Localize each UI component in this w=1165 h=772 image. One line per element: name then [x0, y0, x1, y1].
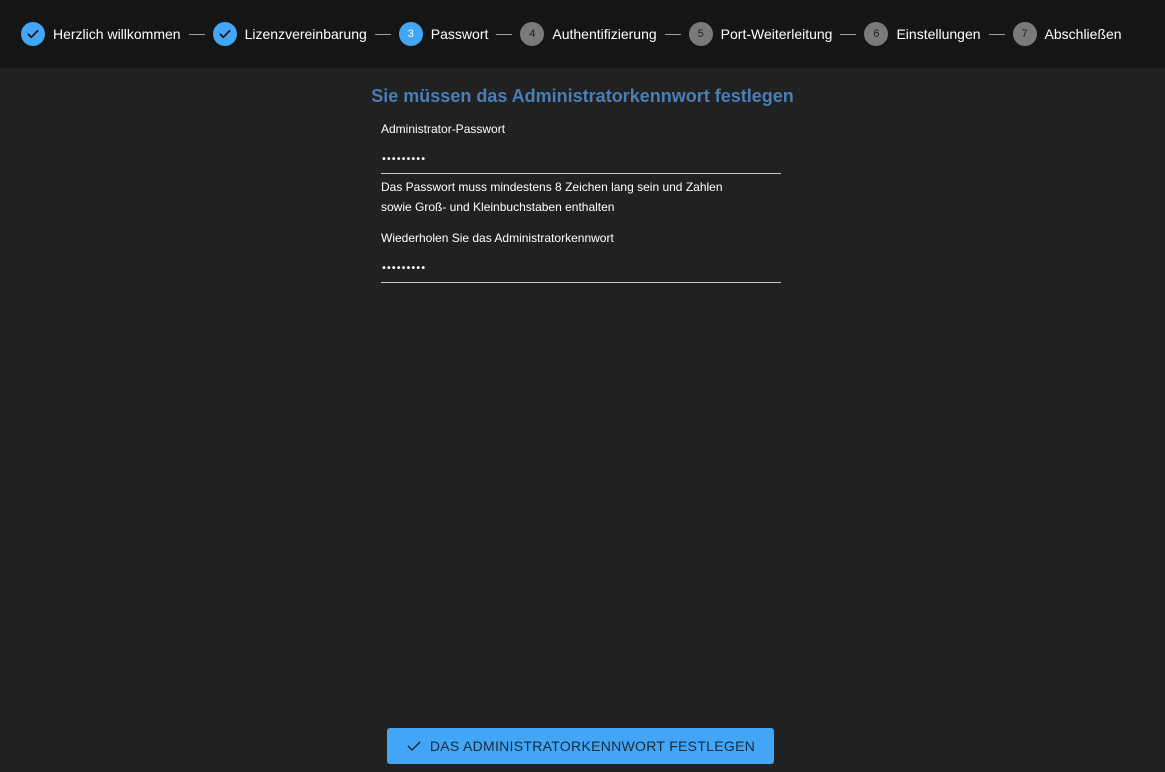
step-label: Port-Weiterleitung	[720, 26, 833, 42]
password-hint-line-2: sowie Groß- und Kleinbuchstaben enthalte…	[381, 200, 615, 214]
step-lizenzvereinbarung[interactable]: Lizenzvereinbarung	[212, 22, 367, 46]
repeat-password-field: Wiederholen Sie das Administratorkennwor…	[381, 231, 781, 283]
check-icon	[406, 738, 422, 754]
step-1-complete-icon	[21, 22, 45, 46]
set-admin-password-label: DAS ADMINISTRATORKENNWORT FESTLEGEN	[429, 738, 756, 754]
step-number: 7	[1012, 22, 1037, 46]
password-form: Administrator-Passwort Das Passwort muss…	[381, 122, 781, 283]
password-hint-line-1: Das Passwort muss mindestens 8 Zeichen l…	[381, 180, 723, 194]
step-label: Authentifizierung	[552, 26, 657, 42]
step-label: Passwort	[430, 26, 489, 42]
step-label: Einstellungen	[896, 26, 981, 42]
step-connector	[496, 33, 513, 35]
step-connector	[988, 33, 1005, 35]
step-label: Lizenzvereinbarung	[244, 26, 367, 42]
step-number: 4	[520, 22, 545, 46]
setup-stepper: Herzlich willkommen Lizenzvereinbarung 3…	[0, 0, 1165, 68]
step-number: 6	[864, 22, 889, 46]
step-label: Abschließen	[1044, 26, 1122, 42]
step-authentifizierung[interactable]: 4 Authentifizierung	[520, 22, 657, 46]
step-connector	[188, 33, 205, 35]
set-admin-password-button[interactable]: DAS ADMINISTRATORKENNWORT FESTLEGEN	[387, 728, 774, 764]
step-port-weiterleitung[interactable]: 5 Port-Weiterleitung	[688, 22, 833, 46]
step-number: 3	[398, 22, 423, 46]
step-2-complete-icon	[212, 22, 237, 46]
step-passwort[interactable]: 3 Passwort	[398, 22, 489, 46]
step-einstellungen[interactable]: 6 Einstellungen	[864, 22, 981, 46]
step-label: Herzlich willkommen	[53, 26, 181, 42]
step-herzlich-willkommen[interactable]: Herzlich willkommen	[21, 22, 181, 46]
step-connector	[664, 33, 681, 35]
password-hint: Das Passwort muss mindestens 8 Zeichen l…	[381, 177, 781, 217]
repeat-password-label: Wiederholen Sie das Administratorkennwor…	[381, 231, 614, 245]
page-title: Sie müssen das Administratorkennwort fes…	[371, 86, 794, 106]
step-abschliessen[interactable]: 7 Abschließen	[1012, 22, 1122, 46]
step-connector	[374, 33, 391, 35]
step-number: 5	[688, 22, 713, 46]
step-connector	[840, 33, 857, 35]
password-input[interactable]	[381, 146, 781, 174]
password-label: Administrator-Passwort	[381, 122, 506, 136]
repeat-password-input[interactable]	[381, 255, 781, 283]
